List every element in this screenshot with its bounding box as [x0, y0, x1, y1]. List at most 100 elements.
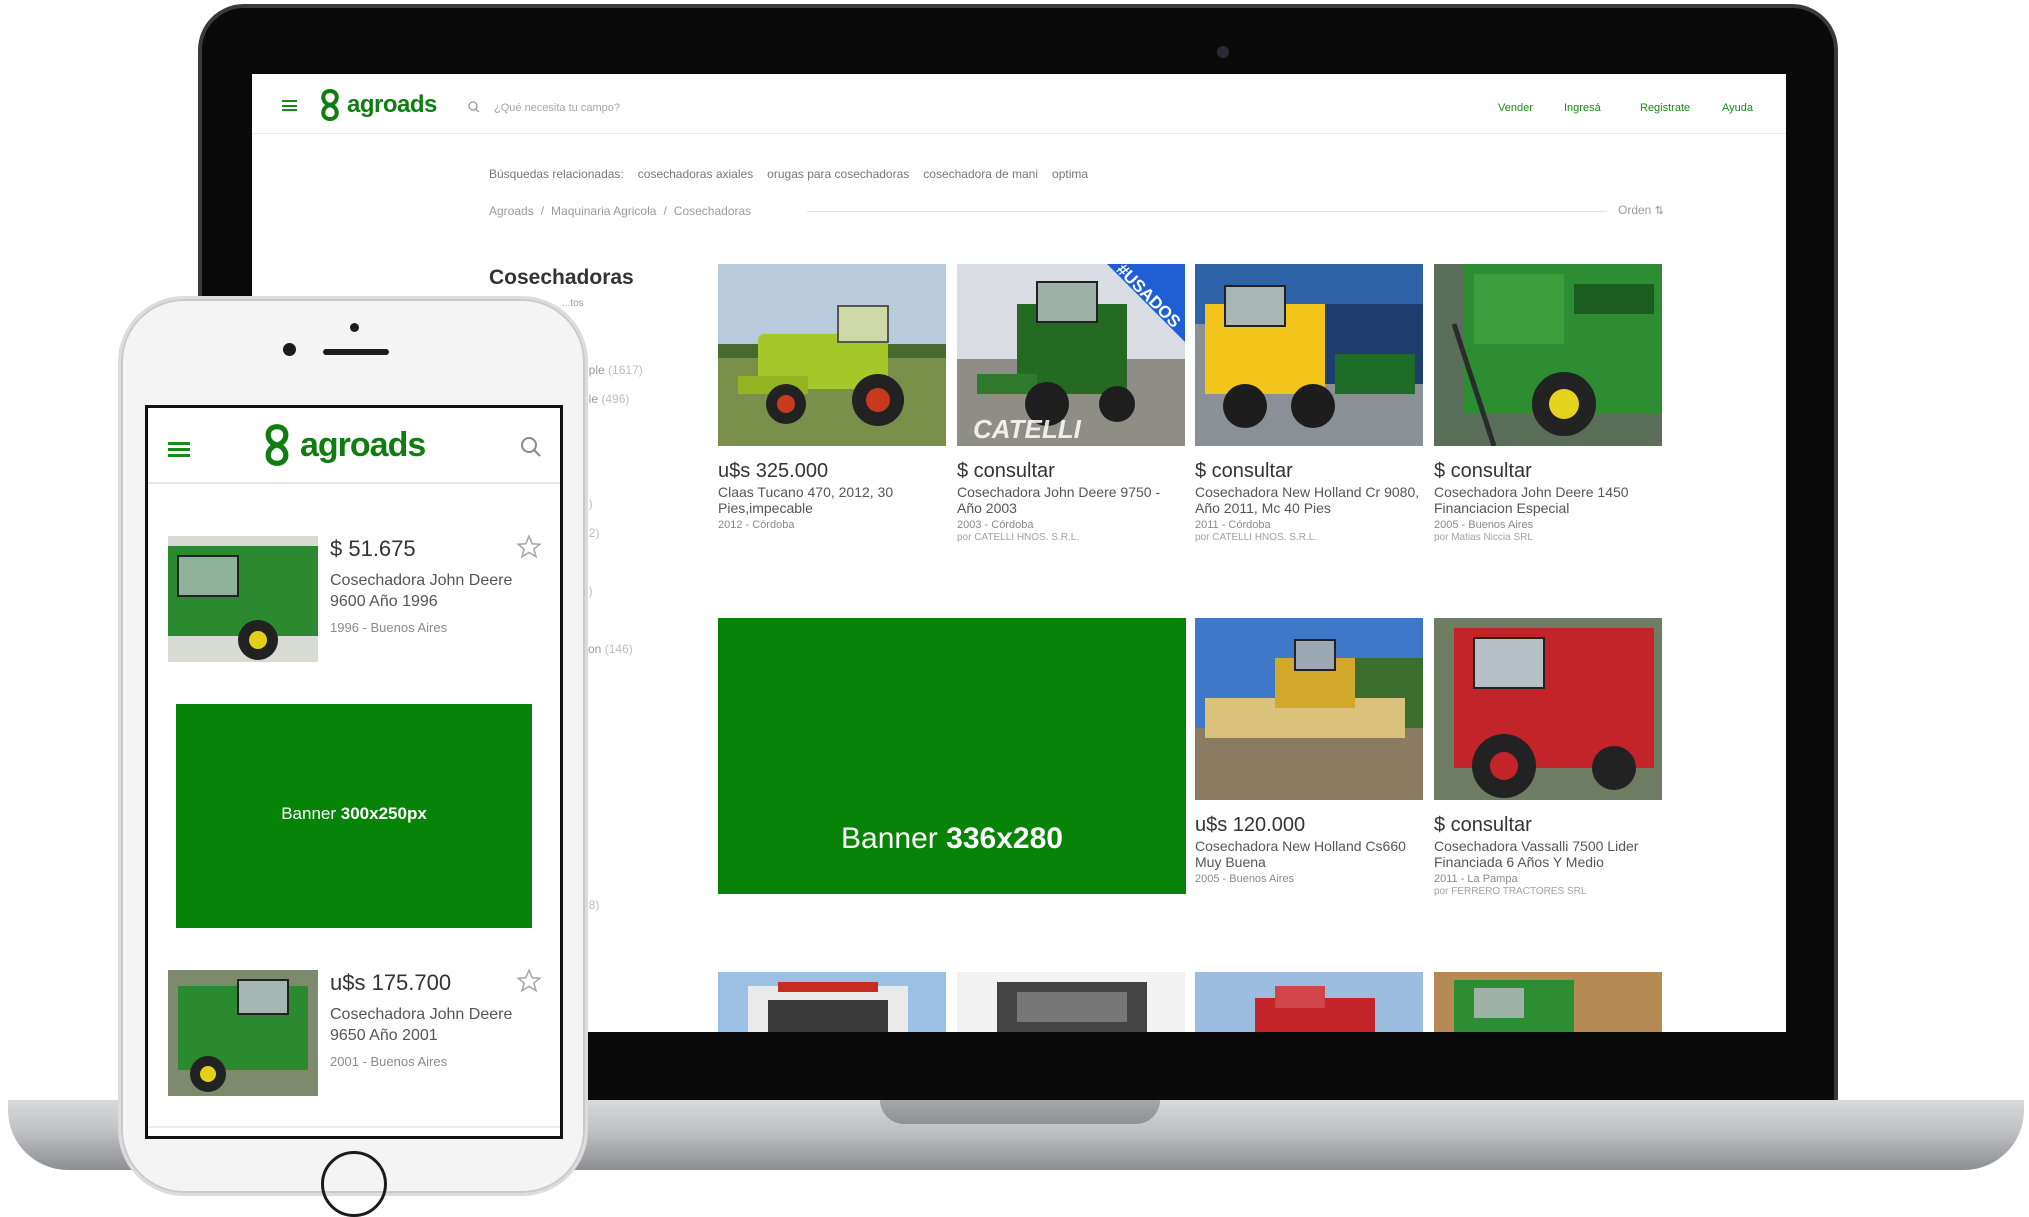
nav-vender[interactable]: Vender — [1498, 102, 1533, 114]
listing-card[interactable]: u$s 120.000 Cosechadora New Holland Cs66… — [1195, 618, 1423, 886]
listing-meta: 2005 - Buenos Aires — [1434, 519, 1534, 531]
title-subtitle: ...tos — [562, 298, 584, 309]
related-link[interactable]: cosechadora de mani — [923, 167, 1038, 181]
listing-price: u$s 325.000 — [718, 460, 829, 482]
listing-photo[interactable] — [168, 536, 318, 662]
phone-frame: agroads $ 51.675 Cosechadora John Deere … — [118, 296, 588, 1217]
listing-price: u$s 175.700 — [330, 970, 452, 995]
mobile-screen: agroads $ 51.675 Cosechadora John Deere … — [145, 405, 563, 1139]
listing-seller[interactable]: por CATELLI HNOS. S.R.L. — [957, 532, 1185, 544]
listing-meta: 2012 - Córdoba — [718, 519, 795, 531]
agroads-logo[interactable]: agroads — [260, 422, 426, 468]
listing-photo[interactable] — [957, 972, 1185, 1032]
agroads-logo[interactable]: agroads — [317, 88, 437, 122]
logo-text: agroads — [347, 91, 437, 118]
filter-item[interactable]: nple (1617) — [582, 363, 643, 377]
related-label: Búsquedas relacionadas: — [489, 167, 624, 181]
listing-photo[interactable]: #USADOS CATELLI — [957, 264, 1185, 446]
breadcrumb-divider — [807, 211, 1607, 212]
listing-meta: 1996 - Buenos Aires — [330, 620, 448, 635]
listing-title[interactable]: Cosechadora John Deere 9650 Año 2001 — [330, 1004, 540, 1046]
list-divider — [148, 1126, 560, 1128]
listing-meta: 2011 - La Pampa — [1434, 873, 1518, 885]
breadcrumb-separator: / — [663, 204, 667, 218]
listing-card[interactable]: u$s 325.000 Claas Tucano 470, 2012, 30 P… — [718, 264, 946, 532]
listing-card[interactable]: $ consultar Cosechadora New Holland Cr 9… — [1195, 264, 1423, 544]
listing-photo[interactable] — [1434, 264, 1662, 446]
hamburger-icon[interactable] — [282, 100, 297, 111]
ad-banner[interactable]: Banner 336x280 — [718, 618, 1186, 894]
search-icon[interactable] — [468, 101, 480, 113]
phone-home-button[interactable] — [321, 1151, 387, 1217]
dealer-watermark: CATELLI — [973, 414, 1081, 444]
mobile-header: agroads — [148, 408, 560, 484]
nav-ayuda[interactable]: Ayuda — [1722, 102, 1753, 114]
list-item[interactable]: u$s 175.700 Cosechadora John Deere 9650 … — [168, 968, 548, 1096]
phone-sensor — [350, 323, 359, 332]
logo-text: agroads — [300, 425, 426, 464]
nav-ingresa[interactable]: Ingresá — [1564, 102, 1601, 114]
listing-card[interactable]: $ consultar Cosechadora John Deere 1450 … — [1434, 264, 1662, 544]
hamburger-icon[interactable] — [168, 442, 190, 457]
listing-price: $ 51.675 — [330, 536, 416, 561]
listing-title[interactable]: Cosechadora John Deere 9750 - Año 2003 — [957, 484, 1185, 516]
listing-meta: 2005 - Buenos Aires — [1195, 873, 1295, 885]
breadcrumb-item[interactable]: Agroads — [489, 204, 534, 218]
star-icon[interactable] — [516, 534, 542, 560]
nav-registrate[interactable]: Registrate — [1640, 102, 1690, 114]
banner-size: 300x250px — [340, 804, 427, 823]
listing-photo[interactable] — [1434, 972, 1662, 1032]
agroads-logo-icon — [265, 424, 289, 466]
listing-photo[interactable] — [1195, 264, 1423, 446]
list-item[interactable]: $ 51.675 Cosechadora John Deere 9600 Año… — [168, 534, 548, 662]
search-icon[interactable] — [520, 436, 542, 458]
listing-photo[interactable] — [1434, 618, 1662, 800]
listing-seller[interactable]: por Matias Niccia SRL — [1434, 532, 1662, 544]
listing-photo[interactable] — [1195, 618, 1423, 800]
page-title: Cosechadoras — [489, 266, 634, 289]
listing-card[interactable]: #USADOS CATELLI $ consultar Cosechadora … — [957, 264, 1185, 544]
search-input[interactable]: ¿Qué necesita tu campo? — [494, 102, 620, 114]
filter-item[interactable]: ble (496) — [582, 392, 629, 406]
listing-photo[interactable] — [718, 972, 946, 1032]
banner-label: Banner — [281, 804, 337, 823]
listing-meta: 2003 - Córdoba — [957, 519, 1034, 531]
related-link[interactable]: optima — [1052, 167, 1088, 181]
listing-card[interactable]: $ consultar Cosechadora Vassalli 7500 Li… — [1434, 618, 1662, 898]
listing-title[interactable]: Cosechadora New Holland Cr 9080, Año 201… — [1195, 484, 1423, 516]
listing-price: $ consultar — [1195, 460, 1293, 482]
breadcrumb-item[interactable]: Cosechadoras — [674, 204, 751, 218]
sort-button[interactable]: Orden ⇅ — [1618, 203, 1664, 217]
star-icon[interactable] — [516, 968, 542, 994]
laptop-notch — [880, 1100, 1160, 1124]
related-link[interactable]: orugas para cosechadoras — [767, 167, 909, 181]
related-link[interactable]: cosechadoras axiales — [638, 167, 753, 181]
agroads-logo-icon — [321, 88, 339, 122]
listing-meta: 2001 - Buenos Aires — [330, 1054, 448, 1069]
ad-banner[interactable]: Banner 300x250px — [176, 704, 532, 928]
phone-speaker — [323, 349, 389, 355]
phone-camera — [283, 343, 296, 356]
listing-price: $ consultar — [957, 460, 1055, 482]
listing-seller[interactable]: por CATELLI HNOS. S.R.L. — [1195, 532, 1423, 544]
listing-title[interactable]: Cosechadora New Holland Cs660 Muy Buena — [1195, 838, 1423, 870]
breadcrumb: Agroads / Maquinaria Agricola / Cosechad… — [489, 204, 758, 218]
sort-label: Orden — [1618, 203, 1652, 217]
laptop-camera — [1217, 46, 1229, 58]
listing-photo[interactable] — [718, 264, 946, 446]
listing-seller[interactable]: por FERRERO TRACTORES SRL — [1434, 886, 1662, 898]
filter-item[interactable]: son (146) — [582, 642, 633, 656]
related-searches: Búsquedas relacionadas: cosechadoras axi… — [489, 167, 1102, 181]
banner-label: Banner — [841, 822, 938, 855]
listing-title[interactable]: Cosechadora John Deere 1450 Financiacion… — [1434, 484, 1662, 516]
listing-title[interactable]: Cosechadora Vassalli 7500 Lider Financia… — [1434, 838, 1662, 870]
listing-title[interactable]: Claas Tucano 470, 2012, 30 Pies,impecabl… — [718, 484, 946, 516]
breadcrumb-item[interactable]: Maquinaria Agricola — [551, 204, 656, 218]
listing-photo[interactable] — [1195, 972, 1423, 1032]
listing-title[interactable]: Cosechadora John Deere 9600 Año 1996 — [330, 570, 540, 612]
sort-arrows-icon: ⇅ — [1654, 205, 1664, 217]
breadcrumb-separator: / — [540, 204, 545, 218]
listing-price: u$s 120.000 — [1195, 814, 1306, 836]
listing-price: $ consultar — [1434, 460, 1532, 482]
listing-photo[interactable] — [168, 970, 318, 1096]
